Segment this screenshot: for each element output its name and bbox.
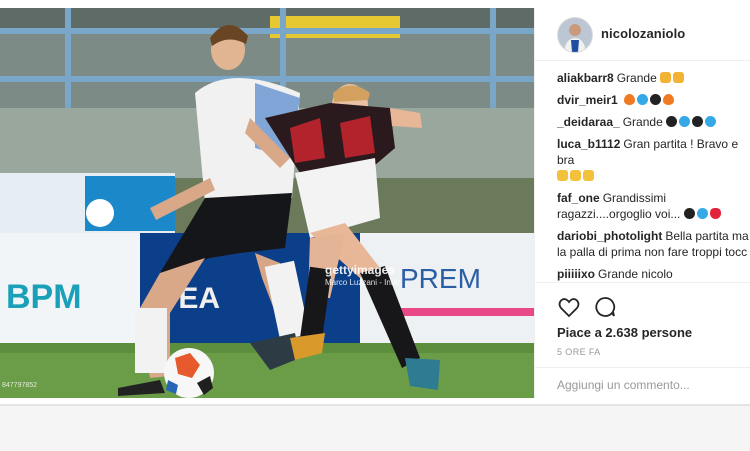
svg-text:BPM: BPM [6, 278, 82, 316]
getty-watermark: gettyimages [325, 263, 396, 277]
comment-text: Grande [622, 115, 663, 129]
post-header: nicolozaniolo [535, 8, 750, 61]
comment-text: Grande [616, 71, 657, 85]
avatar-image [558, 18, 592, 52]
post-actions: Piace a 2.638 persone 5 ORE FA [535, 282, 750, 398]
post-photo[interactable]: BPM IVEA PREM gettyimages Marco Luzzani … [0, 8, 534, 398]
muscle-icon [557, 170, 568, 181]
comment: _deidaraa_ Grande [557, 114, 750, 130]
muscle-icon [570, 170, 581, 181]
blue-circle-icon [679, 116, 691, 127]
heart-icon[interactable] [557, 295, 581, 319]
comment: dvir_meir1 [557, 92, 750, 108]
comment-username[interactable]: dariobi_photolight [557, 229, 662, 243]
black-circle-icon [650, 94, 662, 105]
comment-text: Grande nicolo [598, 267, 673, 281]
heart-emoji-icon [709, 208, 721, 219]
clap-icon [673, 72, 685, 83]
add-comment-input[interactable] [555, 374, 739, 396]
post-sidebar: nicolozaniolo aliakbarr8 Grande dvir_meir… [534, 8, 750, 398]
comment-username[interactable]: luca_b1112 [557, 137, 620, 151]
add-comment-bar [535, 367, 750, 398]
page-footer-area [0, 405, 750, 451]
black-circle-icon [666, 116, 678, 127]
black-circle-icon [692, 116, 704, 127]
author-avatar[interactable] [557, 17, 593, 53]
fire-icon [624, 94, 636, 105]
author-username[interactable]: nicolozaniolo [601, 26, 685, 41]
image-id: 847797852 [2, 382, 38, 389]
instagram-post: BPM IVEA PREM gettyimages Marco Luzzani … [0, 0, 750, 405]
clap-icon [660, 72, 672, 83]
likes-count[interactable]: Piace a 2.638 persone [557, 325, 692, 340]
comment-username[interactable]: _deidaraa_ [557, 115, 620, 129]
fire-icon [663, 94, 675, 105]
comment: piiiiixo Grande nicolo [557, 266, 750, 282]
black-circle-icon [683, 208, 695, 219]
svg-text:PREM: PREM [400, 263, 481, 294]
comments-list: aliakbarr8 Grande dvir_meir1 _deidaraa_ Gr… [557, 70, 750, 282]
comment-username[interactable]: piiiiixo [557, 267, 595, 281]
comment: dariobi_photolight Bella partita ma la pa… [557, 228, 750, 260]
blue-circle-icon [696, 208, 708, 219]
comment: faf_one Grandissimi ragazzi....orgoglio v… [557, 190, 750, 222]
muscle-icon [583, 170, 594, 181]
comment: aliakbarr8 Grande [557, 70, 750, 86]
comment-username[interactable]: aliakbarr8 [557, 71, 614, 85]
comment: luca_b1112 Gran partita ! Bravo e bra [557, 136, 750, 184]
post-timestamp[interactable]: 5 ORE FA [557, 347, 601, 357]
comment-username[interactable]: faf_one [557, 191, 600, 205]
blue-circle-icon [705, 116, 717, 127]
photo-illustration: BPM IVEA PREM [0, 8, 534, 398]
photo-credit: Marco Luzzani - Inter [325, 278, 401, 287]
comment-username[interactable]: dvir_meir1 [557, 93, 618, 107]
blue-circle-icon [637, 94, 649, 105]
comment-icon[interactable] [593, 295, 617, 319]
